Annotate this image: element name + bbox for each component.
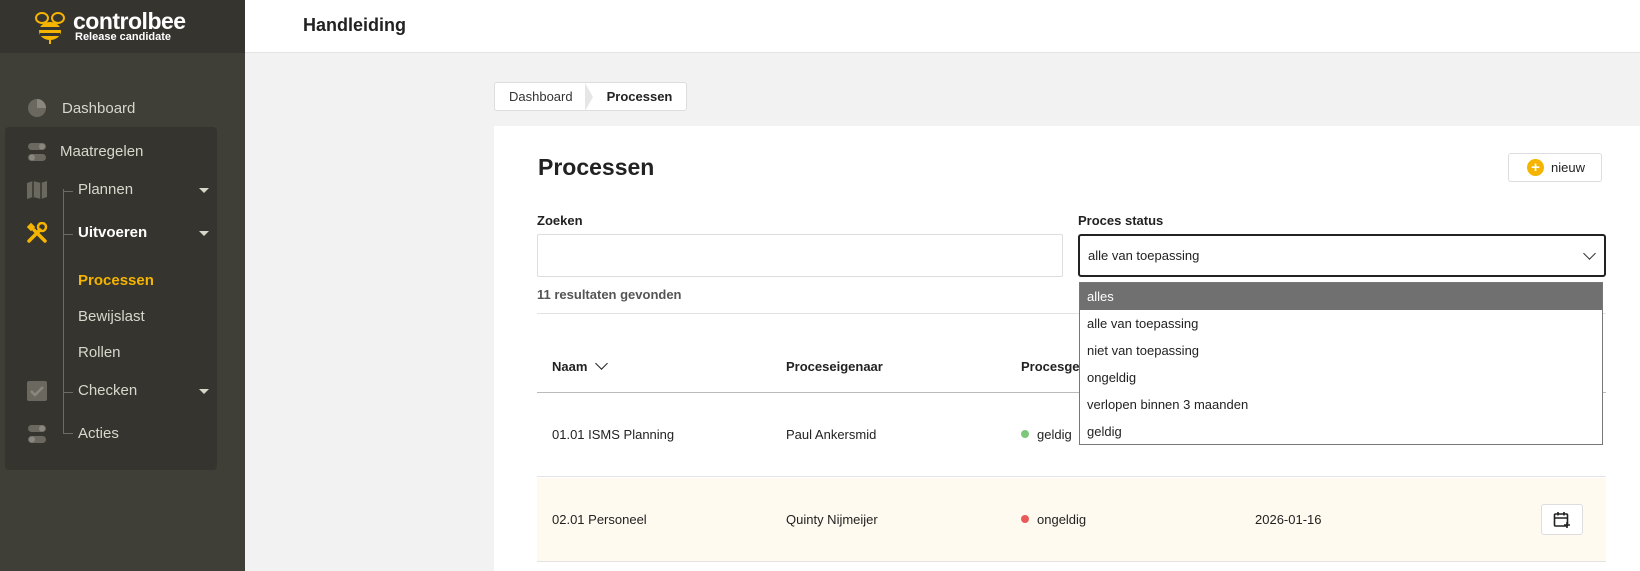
sidebar: controlbee Release candidate Dashboard M… [0, 0, 245, 571]
map-icon [26, 179, 48, 201]
status-dot-icon [1021, 430, 1029, 438]
cell-name: 02.01 Personeel [552, 512, 647, 527]
breadcrumb: Dashboard Processen [494, 82, 688, 111]
sidebar-item-acties[interactable]: Acties [5, 419, 217, 449]
chevron-down-icon [199, 389, 209, 394]
table-row[interactable]: 02.01 Personeel Quinty Nijmeijer ongeldi… [537, 478, 1606, 562]
status-option-alle-van-toepassing[interactable]: alle van toepassing [1080, 310, 1602, 337]
sidebar-item-label: Uitvoeren [78, 224, 148, 241]
status-option-alles[interactable]: alles [1080, 283, 1602, 310]
tree-branch [63, 191, 73, 192]
cell-status: geldig [1021, 427, 1072, 442]
results-count: 11 resultaten gevonden [537, 287, 682, 302]
sidebar-subitem-rollen[interactable]: Rollen [78, 344, 121, 361]
breadcrumb-processen: Processen [606, 89, 673, 104]
status-option-niet-van-toepassing[interactable]: niet van toepassing [1080, 337, 1602, 364]
tree-branch [63, 234, 73, 235]
brand-name: controlbee [73, 8, 186, 34]
toggle-icon [26, 141, 48, 163]
breadcrumb-dashboard[interactable]: Dashboard [495, 83, 587, 110]
status-text: ongeldig [1037, 512, 1087, 527]
column-header-procesgeldigheid[interactable]: Procesge [1021, 359, 1080, 374]
sidebar-item-label: Plannen [78, 181, 134, 198]
tools-icon [26, 222, 48, 244]
sidebar-item-label: Checken [78, 382, 138, 399]
new-button[interactable]: + nieuw [1508, 153, 1602, 182]
sidebar-subitem-bewijslast[interactable]: Bewijslast [78, 308, 145, 325]
search-label: Zoeken [537, 213, 583, 228]
status-option-verlopen[interactable]: verlopen binnen 3 maanden [1080, 391, 1602, 418]
sidebar-item-uitvoeren[interactable]: Uitvoeren [5, 218, 217, 248]
sidebar-subitem-processen[interactable]: Processen [78, 272, 154, 289]
cell-owner: Quinty Nijmeijer [786, 512, 878, 527]
header-title[interactable]: Handleiding [303, 15, 406, 36]
top-bar: Handleiding [245, 0, 1640, 53]
chevron-down-icon [199, 231, 209, 236]
schedule-button[interactable] [1541, 504, 1583, 535]
cell-status: ongeldig [1021, 512, 1086, 527]
sidebar-item-label: Acties [78, 425, 119, 442]
sidebar-item-plannen[interactable]: Plannen [5, 175, 217, 205]
column-header-naam[interactable]: Naam [552, 357, 609, 374]
sidebar-item-dashboard[interactable]: Dashboard [0, 93, 245, 123]
cell-owner: Paul Ankersmid [786, 427, 877, 442]
page-title: Processen [538, 154, 655, 180]
sort-chevron-icon [595, 357, 609, 370]
brand-subtitle: Release candidate [75, 31, 171, 43]
toggle-icon [26, 423, 48, 445]
status-text: geldig [1037, 427, 1072, 442]
status-filter-value: alle van toepassing [1088, 248, 1200, 263]
chevron-down-icon [199, 188, 209, 193]
bee-logo-icon [33, 10, 67, 44]
pie-chart-icon [26, 97, 48, 119]
status-filter-select[interactable]: alle van toepassing [1078, 234, 1606, 277]
column-header-proceseigenaar[interactable]: Proceseigenaar [786, 359, 883, 374]
tree-branch [63, 392, 73, 393]
calendar-plus-icon [1553, 511, 1570, 528]
sidebar-item-label: Maatregelen [60, 143, 144, 160]
sidebar-item-checken[interactable]: Checken [5, 376, 217, 406]
tree-branch [63, 433, 73, 434]
column-header-label: Naam [552, 359, 588, 374]
status-dot-icon [1021, 515, 1029, 523]
status-option-ongeldig[interactable]: ongeldig [1080, 364, 1602, 391]
sidebar-item-maatregelen[interactable]: Maatregelen [5, 137, 217, 167]
cell-name: 01.01 ISMS Planning [552, 427, 675, 442]
cell-date: 2026-01-16 [1255, 512, 1322, 527]
status-option-geldig[interactable]: geldig [1080, 418, 1602, 445]
plus-icon: + [1527, 159, 1544, 176]
checkbox-icon [26, 380, 48, 402]
status-filter-dropdown: alles alle van toepassing niet van toepa… [1079, 282, 1603, 445]
sidebar-group-maatregelen: Maatregelen Plannen Uitvoeren Processen … [5, 127, 217, 470]
logo[interactable]: controlbee Release candidate [0, 0, 245, 53]
search-input[interactable] [537, 234, 1063, 277]
sidebar-item-label: Dashboard [62, 99, 136, 117]
chevron-down-icon [1583, 247, 1596, 260]
new-button-label: nieuw [1551, 160, 1585, 175]
status-filter-label: Proces status [1078, 213, 1164, 228]
